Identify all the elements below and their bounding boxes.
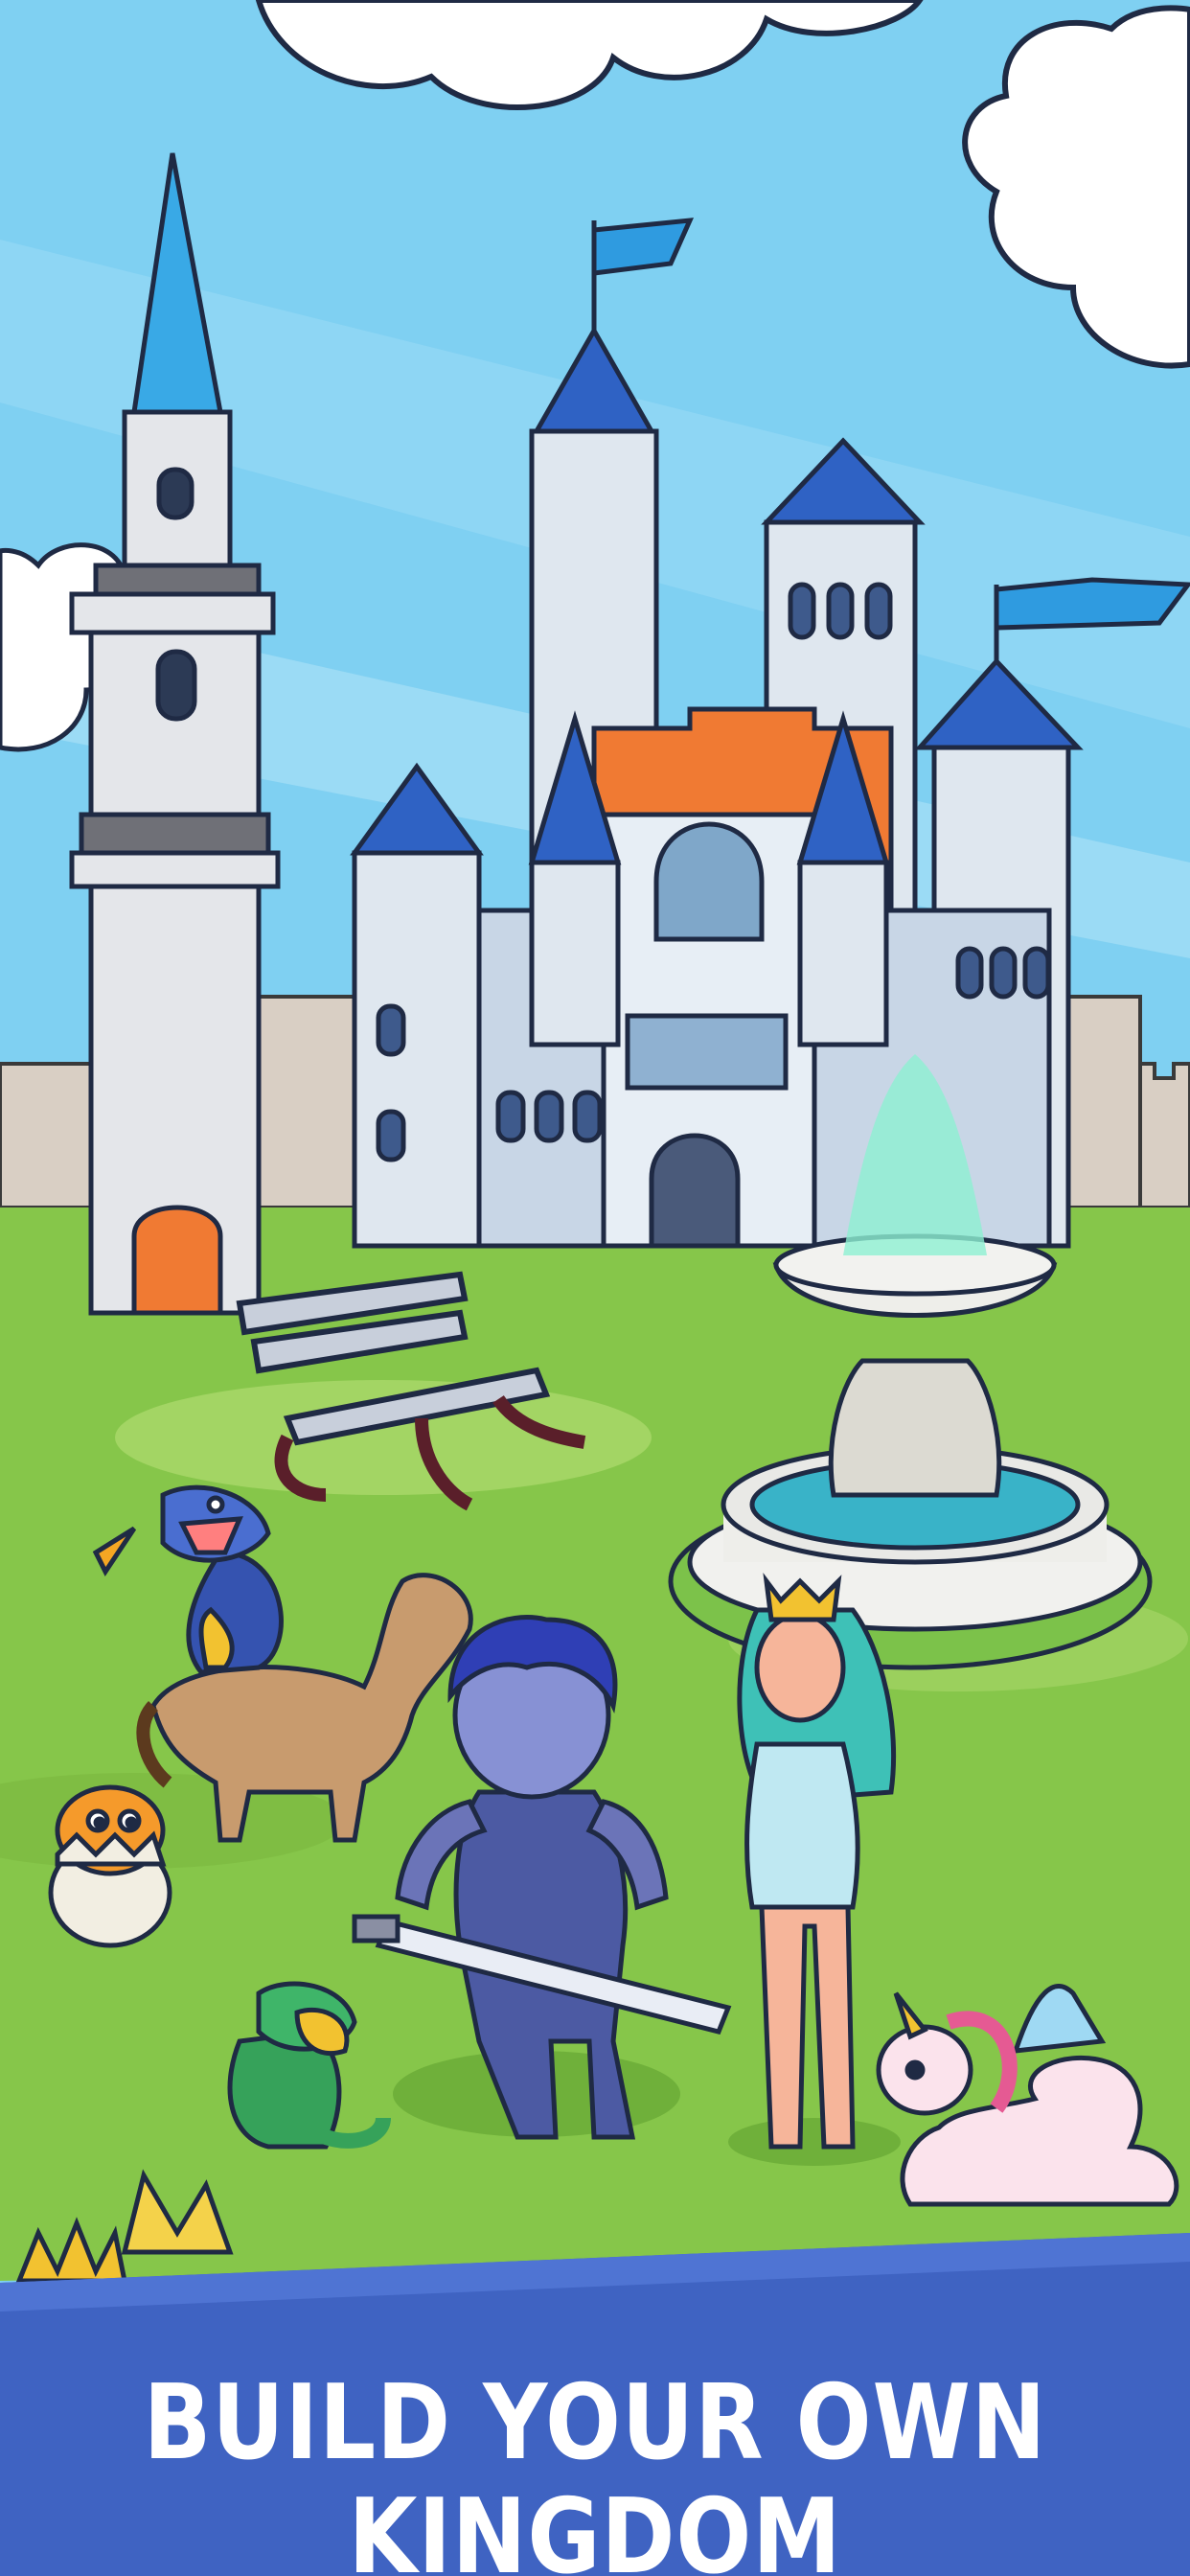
- headline-text: BUILD YOUR OWN KINGDOM: [143, 2363, 1047, 2576]
- app-store-screenshot: BUILD YOUR OWN KINGDOM: [0, 0, 1190, 2576]
- hatching-chick: [48, 1784, 172, 1948]
- kingdom-scene: [0, 0, 1190, 2284]
